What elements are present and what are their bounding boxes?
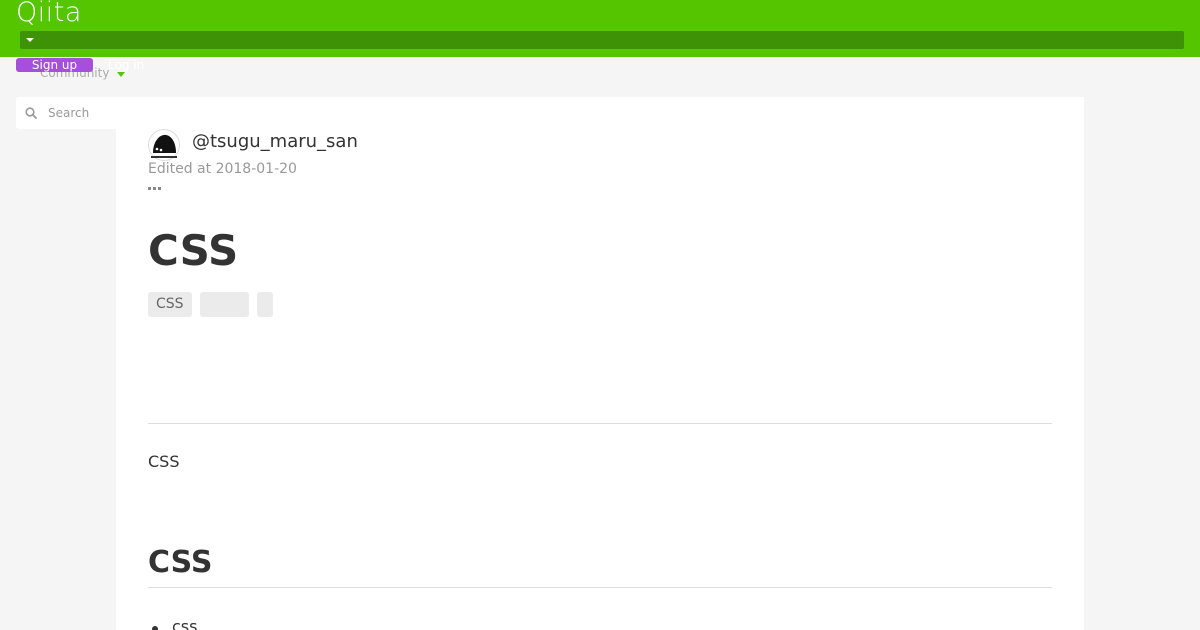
login-link[interactable]: Log in	[108, 58, 144, 72]
article-card: @tsugu_maru_san Edited at 2018-01-20 CSS…	[116, 97, 1084, 630]
search-icon	[25, 107, 37, 119]
divider	[148, 423, 1052, 424]
tag-item[interactable]	[257, 292, 273, 317]
section-heading: CSS	[148, 545, 213, 580]
chevron-down-icon[interactable]	[26, 38, 34, 42]
tag-item[interactable]	[200, 292, 249, 317]
site-header: Qiita	[0, 0, 1200, 57]
edited-date: Edited at 2018-01-20	[148, 161, 297, 177]
qiita-logo[interactable]: Qiita	[16, 0, 82, 28]
chevron-down-icon[interactable]	[117, 72, 125, 77]
article-title: CSS	[148, 226, 239, 275]
list-item: css	[152, 617, 197, 630]
bullet-list: css	[152, 617, 197, 630]
article-body-text: CSS	[148, 452, 180, 471]
more-icon[interactable]	[148, 187, 164, 191]
search-input[interactable]	[48, 97, 126, 129]
avatar[interactable]	[148, 129, 180, 161]
tag-css[interactable]: CSS	[148, 292, 192, 317]
search-box[interactable]	[16, 97, 126, 129]
author-username[interactable]: @tsugu_maru_san	[192, 131, 358, 152]
signup-button[interactable]: Sign up	[16, 58, 93, 72]
divider	[148, 587, 1052, 588]
header-menu-bar[interactable]	[20, 31, 1184, 49]
